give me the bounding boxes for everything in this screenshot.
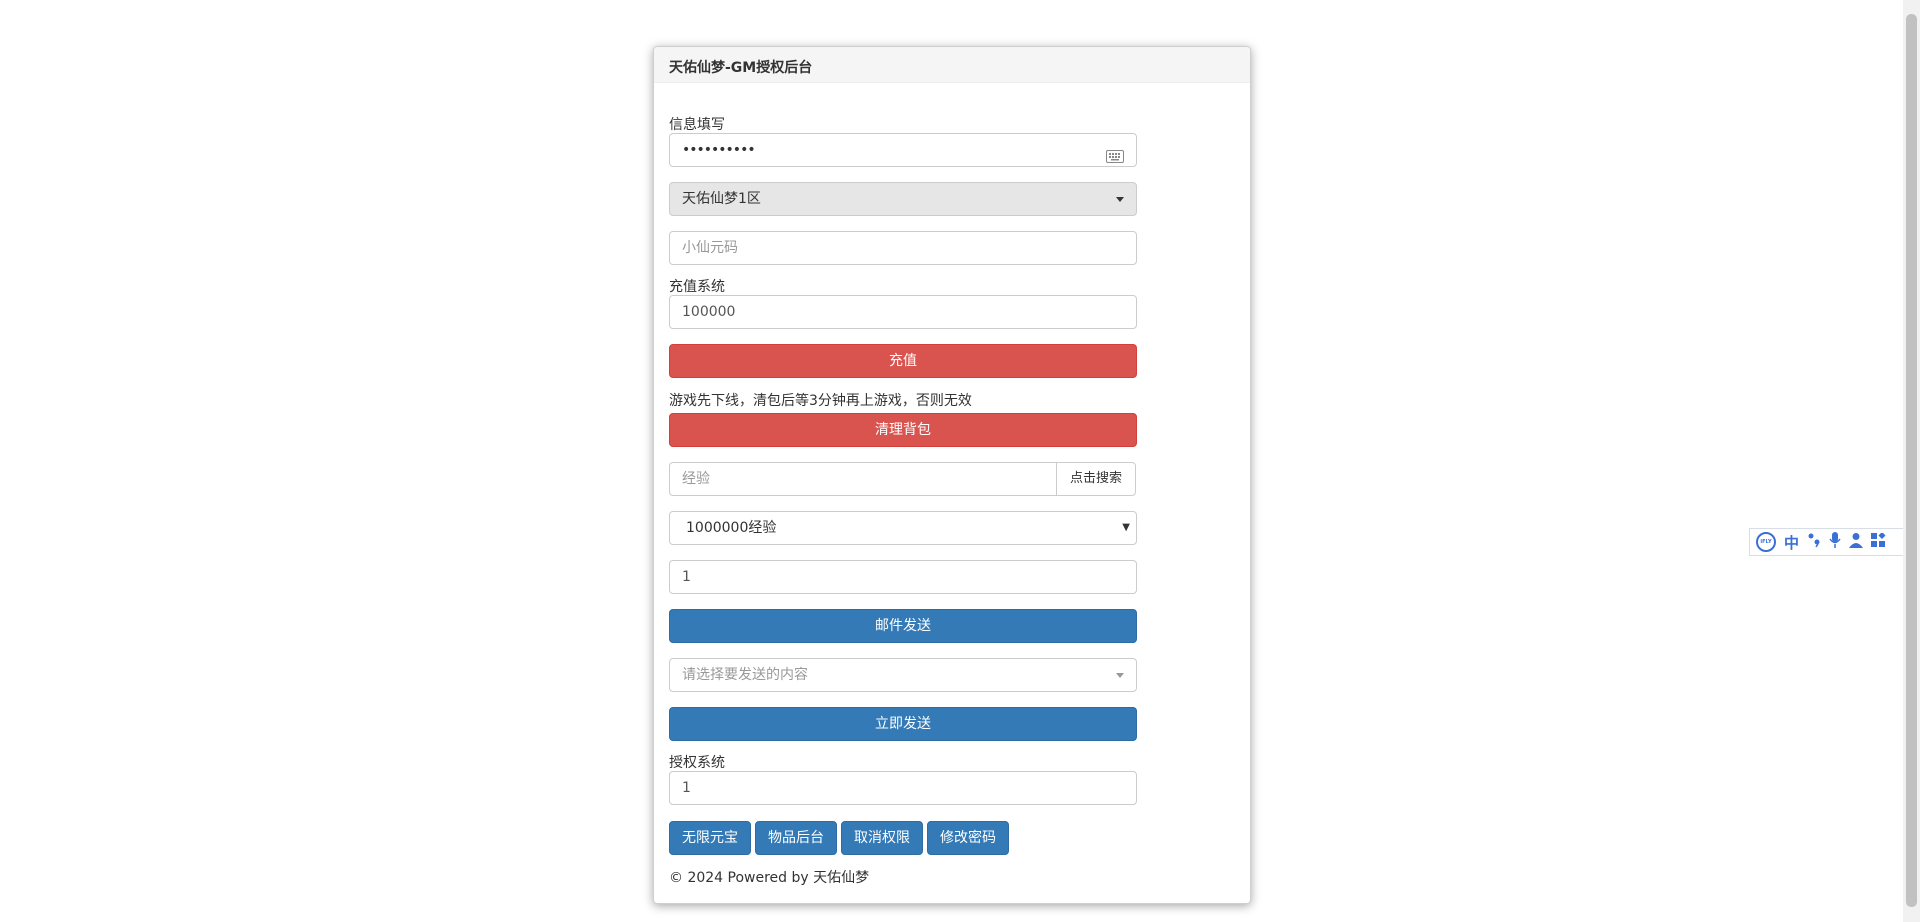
recharge-label: 充值系统 [669, 279, 725, 295]
auth-input[interactable]: 1 [669, 771, 1137, 805]
apps-icon[interactable] [1871, 531, 1886, 552]
content-select-placeholder: 请选择要发送的内容 [682, 667, 808, 683]
item-backend-button[interactable]: 物品后台 [755, 821, 837, 855]
recharge-amount-input[interactable]: 100000 [669, 295, 1137, 329]
change-password-button[interactable]: 修改密码 [927, 821, 1009, 855]
item-search-input[interactable]: 经验 [669, 462, 1057, 496]
auth-label: 授权系统 [669, 755, 725, 771]
code-input[interactable]: 小仙元码 [669, 231, 1137, 265]
ime-toolbar: iFLY 中 [1749, 528, 1916, 556]
gm-panel: 天佑仙梦-GM授权后台 信息填写 •••••••••• 天佑仙梦1区 小仙元码 … [653, 46, 1251, 904]
info-label: 信息填写 [669, 117, 725, 133]
recharge-amount-value: 100000 [682, 304, 736, 320]
unlimited-yuanbao-button[interactable]: 无限元宝 [669, 821, 751, 855]
recharge-button[interactable]: 充值 [669, 344, 1137, 378]
content-select[interactable]: 请选择要发送的内容 [669, 658, 1137, 692]
chevron-down-icon [1116, 673, 1124, 678]
send-now-button[interactable]: 立即发送 [669, 707, 1137, 741]
item-select[interactable]: 1000000经验 ▼ [669, 511, 1137, 545]
panel-title: 天佑仙梦-GM授权后台 [654, 47, 1250, 83]
punctuation-icon[interactable] [1807, 532, 1821, 552]
quantity-input[interactable]: 1 [669, 560, 1137, 594]
user-icon[interactable] [1849, 532, 1864, 552]
auth-value: 1 [682, 780, 691, 796]
mail-send-button[interactable]: 邮件发送 [669, 609, 1137, 643]
ifly-logo-text: iFLY [1760, 539, 1772, 545]
footer-copyright: © 2024 Powered by 天佑仙梦 [669, 870, 870, 886]
password-input[interactable]: •••••••••• [669, 133, 1137, 167]
page-scrollbar[interactable] [1903, 0, 1920, 922]
server-select[interactable]: 天佑仙梦1区 [669, 182, 1137, 216]
code-input-placeholder: 小仙元码 [682, 240, 738, 256]
bag-notice: 游戏先下线，清包后等3分钟再上游戏，否则无效 [669, 393, 972, 409]
language-toggle[interactable]: 中 [1784, 532, 1799, 553]
dropdown-arrow-icon: ▼ [1122, 522, 1130, 533]
keyboard-icon[interactable] [1106, 143, 1124, 166]
clear-bag-button[interactable]: 清理背包 [669, 413, 1137, 447]
revoke-permission-button[interactable]: 取消权限 [841, 821, 923, 855]
chevron-down-icon [1116, 197, 1124, 202]
search-button[interactable]: 点击搜索 [1056, 462, 1136, 496]
item-select-value: 1000000经验 [686, 520, 777, 536]
scrollbar-thumb[interactable] [1906, 14, 1917, 907]
ifly-logo-icon[interactable]: iFLY [1756, 532, 1776, 552]
quantity-value: 1 [682, 569, 691, 585]
server-select-value: 天佑仙梦1区 [682, 191, 761, 207]
item-search-value: 经验 [682, 471, 710, 487]
microphone-icon[interactable] [1829, 532, 1841, 552]
password-value: •••••••••• [682, 142, 756, 158]
